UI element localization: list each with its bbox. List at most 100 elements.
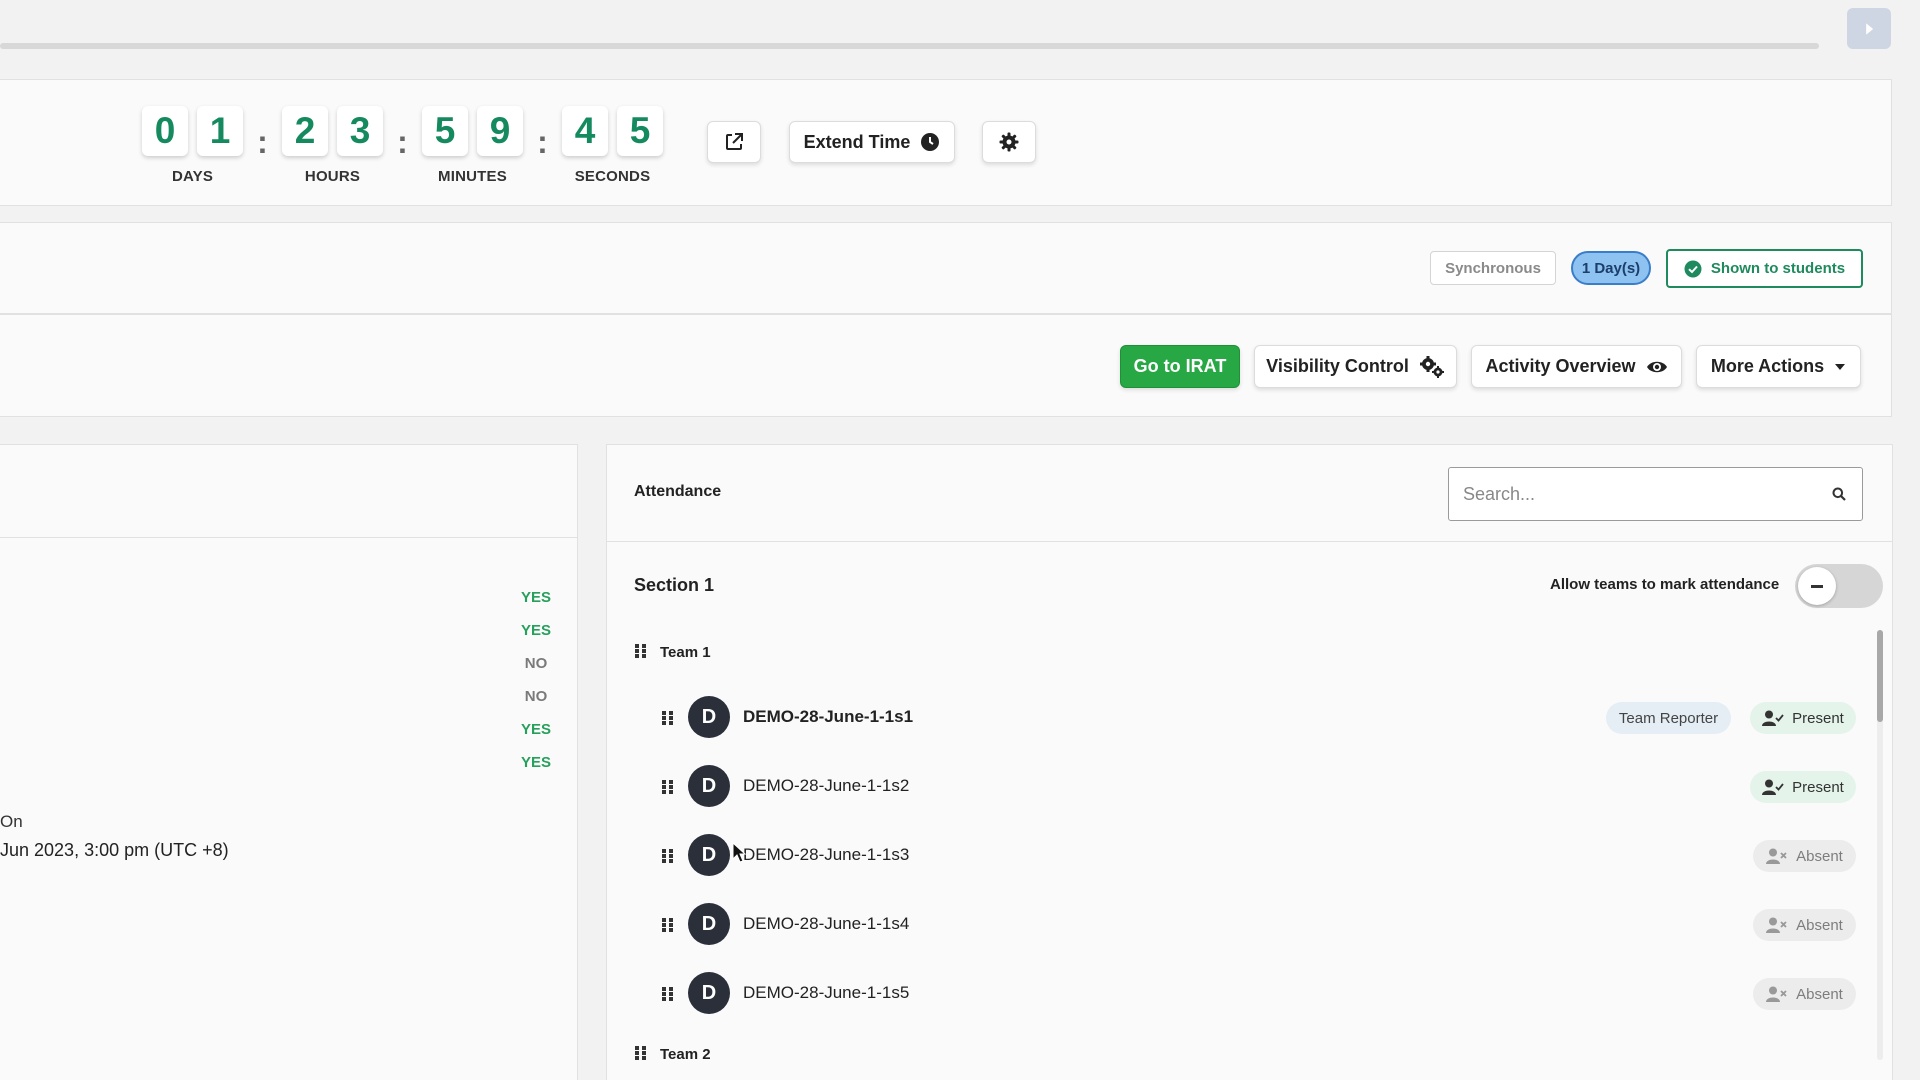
gear-icon bbox=[999, 132, 1019, 152]
top-strip bbox=[0, 0, 1920, 78]
team-name: Team 2 bbox=[660, 1046, 711, 1063]
allow-attendance-label: Allow teams to mark attendance bbox=[1550, 576, 1780, 593]
avatar: D bbox=[688, 765, 730, 807]
clock-icon bbox=[921, 133, 940, 151]
attendance-status-button[interactable]: Present bbox=[1750, 702, 1856, 734]
timer-digit: 5 bbox=[422, 106, 468, 156]
popout-timer-button[interactable] bbox=[707, 121, 761, 163]
member-name: DEMO-28-June-1-1s3 bbox=[743, 845, 910, 864]
timer-label-seconds: SECONDS bbox=[574, 168, 651, 185]
member-row: D DEMO-28-June-1-1s4 Absent bbox=[607, 900, 1867, 950]
timer-seconds: 4 5 SECONDS bbox=[562, 106, 663, 185]
member-name: DEMO-28-June-1-1s2 bbox=[743, 776, 910, 795]
setting-value-no: NO bbox=[524, 655, 548, 672]
go-to-irat-button[interactable]: Go to IRAT bbox=[1120, 345, 1240, 388]
extend-time-button[interactable]: Extend Time bbox=[789, 121, 955, 163]
timer-label-minutes: MINUTES bbox=[438, 168, 507, 185]
attendance-status-button[interactable]: Absent bbox=[1753, 840, 1856, 872]
section-title: Section 1 bbox=[634, 575, 715, 595]
more-actions-button[interactable]: More Actions bbox=[1696, 345, 1861, 388]
activity-overview-label: Activity Overview bbox=[1485, 356, 1636, 376]
card-divider bbox=[607, 541, 1892, 542]
timer-separator: : bbox=[537, 124, 548, 160]
user-x-icon bbox=[1766, 917, 1787, 933]
countdown-timer: 0 1 DAYS : 2 3 HOURS : 5 9 MINUTES : 4 5 bbox=[142, 106, 663, 196]
activity-info-panel: Synchronous 1 Day(s) Shown to students bbox=[0, 222, 1892, 314]
activity-overview-button[interactable]: Activity Overview bbox=[1471, 345, 1682, 388]
timer-separator: : bbox=[257, 124, 268, 160]
timer-settings-button[interactable] bbox=[982, 121, 1036, 163]
timer-label-hours: HOURS bbox=[304, 168, 361, 185]
duration-badge: 1 Day(s) bbox=[1571, 251, 1651, 285]
member-name: DEMO-28-June-1-1s4 bbox=[743, 914, 910, 933]
date-field-value: Jun 2023, 3:00 pm (UTC +8) bbox=[0, 840, 229, 860]
attendance-status-label: Absent bbox=[1796, 916, 1843, 934]
attendance-card: Attendance Section 1 Allow teams to mark… bbox=[606, 444, 1893, 1080]
setting-value-yes: YES bbox=[521, 622, 552, 639]
allow-attendance-toggle[interactable] bbox=[1795, 564, 1883, 608]
drag-handle-icon[interactable] bbox=[661, 710, 675, 726]
timer-digit: 4 bbox=[562, 106, 608, 156]
actions-panel: Go to IRAT Visibility Control Activity O… bbox=[0, 314, 1892, 417]
visibility-badge[interactable]: Shown to students bbox=[1666, 249, 1863, 288]
team-reporter-badge: Team Reporter bbox=[1606, 702, 1731, 734]
attendance-search[interactable] bbox=[1448, 467, 1863, 521]
setting-value-yes: YES bbox=[521, 589, 552, 606]
gears-icon bbox=[1419, 355, 1444, 378]
user-x-icon bbox=[1766, 986, 1787, 1002]
go-to-irat-label: Go to IRAT bbox=[1133, 356, 1227, 376]
drag-handle-icon[interactable] bbox=[661, 779, 675, 795]
timer-digit: 9 bbox=[477, 106, 523, 156]
drag-handle-icon[interactable] bbox=[661, 917, 675, 933]
user-check-icon bbox=[1762, 710, 1784, 726]
attendance-status-button[interactable]: Present bbox=[1750, 771, 1856, 803]
visibility-control-button[interactable]: Visibility Control bbox=[1254, 345, 1457, 388]
drag-handle-icon[interactable] bbox=[661, 986, 675, 1002]
member-row: D DEMO-28-June-1-1s1 Team Reporter Prese… bbox=[607, 693, 1867, 743]
timer-panel: 0 1 DAYS : 2 3 HOURS : 5 9 MINUTES : 4 5 bbox=[0, 79, 1892, 206]
avatar: D bbox=[688, 834, 730, 876]
member-row: D DEMO-28-June-1-1s3 Absent bbox=[607, 831, 1867, 881]
extend-time-label: Extend Time bbox=[803, 131, 911, 152]
timer-digit: 5 bbox=[617, 106, 663, 156]
progress-track bbox=[0, 43, 1819, 49]
avatar: D bbox=[688, 903, 730, 945]
setting-value-yes: YES bbox=[521, 754, 552, 771]
caret-right-icon bbox=[1866, 22, 1874, 35]
timer-separator: : bbox=[397, 124, 408, 160]
member-row: D DEMO-28-June-1-1s2 Present bbox=[607, 762, 1867, 812]
attendance-status-label: Present bbox=[1792, 709, 1844, 727]
caret-down-icon bbox=[1835, 363, 1846, 370]
attendance-status-label: Absent bbox=[1796, 847, 1843, 865]
left-details-card: YES YES NO NO YES YES bbox=[0, 444, 578, 1080]
date-field-label: On bbox=[0, 812, 23, 831]
search-icon bbox=[1832, 487, 1846, 501]
scrollbar-thumb[interactable] bbox=[1877, 630, 1883, 722]
timer-minutes: 5 9 MINUTES bbox=[422, 106, 523, 185]
visibility-badge-label: Shown to students bbox=[1710, 260, 1846, 277]
card-divider bbox=[0, 537, 577, 538]
visibility-control-label: Visibility Control bbox=[1266, 356, 1409, 376]
scrollbar[interactable] bbox=[1877, 630, 1883, 1060]
search-input[interactable] bbox=[1463, 468, 1813, 520]
drag-handle-icon[interactable] bbox=[634, 643, 648, 659]
check-circle-icon bbox=[1684, 260, 1702, 277]
avatar: D bbox=[688, 696, 730, 738]
attendance-title: Attendance bbox=[634, 483, 722, 500]
timer-days: 0 1 DAYS bbox=[142, 106, 243, 185]
avatar: D bbox=[688, 972, 730, 1014]
drag-handle-icon[interactable] bbox=[634, 1045, 648, 1061]
mouse-cursor-icon bbox=[732, 842, 746, 863]
member-row: D DEMO-28-June-1-1s5 Absent bbox=[607, 969, 1867, 1019]
timer-digit: 0 bbox=[142, 106, 188, 156]
drag-handle-icon[interactable] bbox=[661, 848, 675, 864]
attendance-status-label: Absent bbox=[1796, 985, 1843, 1003]
team-name: Team 1 bbox=[660, 644, 711, 661]
attendance-status-label: Present bbox=[1792, 778, 1844, 796]
attendance-status-button[interactable]: Absent bbox=[1753, 909, 1856, 941]
attendance-status-button[interactable]: Absent bbox=[1753, 978, 1856, 1010]
user-check-icon bbox=[1762, 779, 1784, 795]
sidebar-toggle-button[interactable] bbox=[1847, 8, 1891, 49]
timer-digit: 1 bbox=[197, 106, 243, 156]
minus-icon bbox=[1811, 584, 1823, 588]
